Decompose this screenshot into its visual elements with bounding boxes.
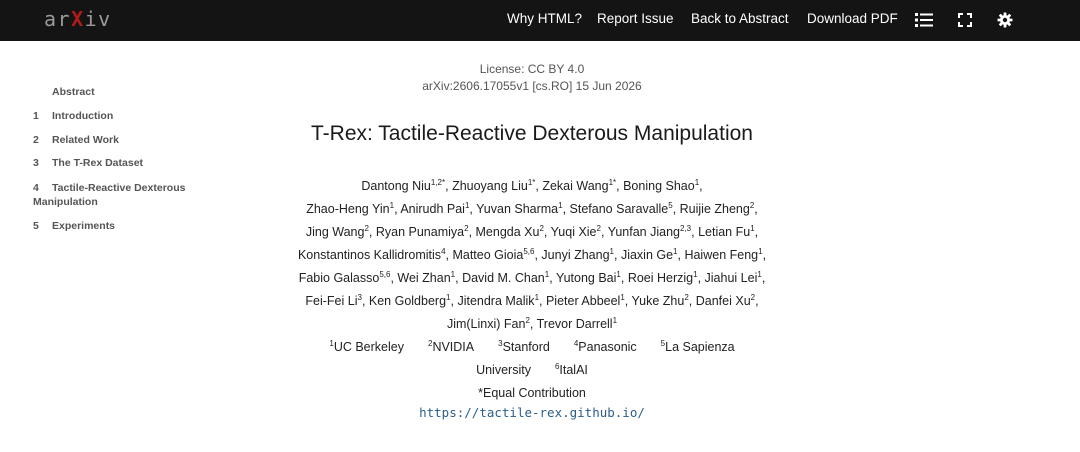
affiliation: University: [476, 363, 531, 377]
author-name: Dantong Niu1,2*: [361, 178, 446, 194]
author-name: Konstantinos Kallidromitis4: [297, 247, 446, 263]
affiliation: 1UC Berkeley: [329, 339, 404, 355]
project-url-link[interactable]: https://tactile-rex.github.io/: [211, 405, 853, 420]
author-name: Boning Shao1: [623, 178, 700, 194]
author-name: Trevor Darrell1: [536, 316, 618, 332]
author-name: Jim(Linxi) Fan2: [446, 316, 530, 332]
back-to-abstract-link[interactable]: Back to Abstract: [691, 11, 789, 26]
author-name: Ken Goldberg1: [368, 293, 451, 309]
author-line: Zhao-Heng Yin1, Anirudh Pai1, Yuvan Shar…: [306, 201, 758, 217]
author-name: Yutong Bai1: [555, 270, 621, 286]
license-text: License: CC BY 4.0: [479, 62, 585, 76]
report-issue-link[interactable]: Report Issue: [597, 11, 674, 26]
affiliation: 4Panasonic: [573, 339, 637, 355]
author-name: Yuke Zhu2: [631, 293, 689, 309]
author-name: Roei Herzig1: [627, 270, 698, 286]
top-navigation-bar: arXiv Why HTML? Report Issue Back to Abs…: [0, 0, 1080, 41]
download-pdf-link[interactable]: Download PDF: [807, 11, 898, 26]
author-line: Jim(Linxi) Fan2, Trevor Darrell1: [446, 316, 618, 332]
author-name: Wei Zhan1: [397, 270, 456, 286]
author-name: Danfei Xu2: [695, 293, 756, 309]
author-name: Pieter Abbeel1: [545, 293, 625, 309]
author-name: Letian Fu1: [698, 224, 755, 240]
author-name: Yuvan Sharma1: [476, 201, 563, 217]
why-html-link[interactable]: Why HTML?: [507, 11, 582, 26]
author-name: Zekai Wang1*: [542, 178, 617, 194]
author-name: Yuqi Xie2: [550, 224, 601, 240]
author-name: Jiaxin Ge1: [620, 247, 678, 263]
author-name: Ruijie Zheng2: [679, 201, 755, 217]
author-name: Fabio Galasso5,6: [298, 270, 391, 286]
author-line: Konstantinos Kallidromitis4, Matteo Gioi…: [297, 247, 767, 263]
author-name: Haiwen Feng1: [684, 247, 763, 263]
author-name: Jiahui Lei1: [704, 270, 762, 286]
arxiv-logo[interactable]: arXiv: [44, 7, 112, 31]
author-name: Junyi Zhang1: [541, 247, 614, 263]
settings-icon[interactable]: [993, 9, 1017, 31]
toc-item-related-work[interactable]: 2 Related Work: [33, 134, 119, 146]
affiliation: 6ItalAI: [554, 362, 588, 378]
author-line: Fabio Galasso5,6, Wei Zhan1, David M. Ch…: [298, 270, 766, 286]
toc-item-introduction[interactable]: 1 Introduction: [33, 110, 113, 122]
author-name: David M. Chan1: [462, 270, 550, 286]
affiliation-line: University 6ItalAI: [211, 362, 853, 378]
toc-item-trex-dataset[interactable]: 3 The T-Rex Dataset: [33, 157, 143, 169]
author-name: Zhuoyang Liu1*: [452, 178, 536, 194]
list-icon[interactable]: [912, 9, 936, 31]
author-name: Mengda Xu2: [475, 224, 544, 240]
author-name: Zhao-Heng Yin1: [306, 201, 395, 217]
author-name: Matteo Gioia5,6: [452, 247, 535, 263]
author-line: Fei-Fei Li3, Ken Goldberg1, Jitendra Mal…: [305, 293, 759, 309]
author-name: Fei-Fei Li3: [305, 293, 362, 309]
toc-item-experiments[interactable]: 5 Experiments: [33, 220, 115, 232]
toc-item-manipulation[interactable]: 4 Tactile-Reactive Dexterous Manipulation: [33, 181, 185, 209]
author-name: Anirudh Pai1: [400, 201, 470, 217]
author-name: Jitendra Malik1: [457, 293, 540, 309]
author-name: Jing Wang2: [305, 224, 369, 240]
paper-title: T-Rex: Tactile-Reactive Dexterous Manipu…: [311, 122, 753, 145]
author-name: Yunfan Jiang2,3: [607, 224, 692, 240]
equal-contribution-note: *Equal Contribution: [478, 386, 586, 400]
author-line: Jing Wang2, Ryan Punamiya2, Mengda Xu2, …: [305, 224, 759, 240]
affiliation-line: 1UC Berkeley 2NVIDIA 3Stanford 4Panasonic 5L…: [211, 339, 853, 355]
author-line: Dantong Niu1,2*, Zhuoyang Liu1*, Zekai W…: [361, 178, 703, 194]
affiliation: 5La Sapienza: [660, 339, 735, 355]
author-name: Stefano Saravalle5: [569, 201, 673, 217]
affiliation: 2NVIDIA: [427, 339, 475, 355]
author-name: Ryan Punamiya2: [375, 224, 469, 240]
affiliation: 3Stanford: [498, 339, 550, 355]
fullscreen-icon[interactable]: [953, 9, 977, 31]
toc-item-abstract[interactable]: Abstract: [33, 86, 95, 98]
arxiv-id: arXiv:2606.17055v1 [cs.RO] 15 Jun 2026: [422, 79, 642, 93]
